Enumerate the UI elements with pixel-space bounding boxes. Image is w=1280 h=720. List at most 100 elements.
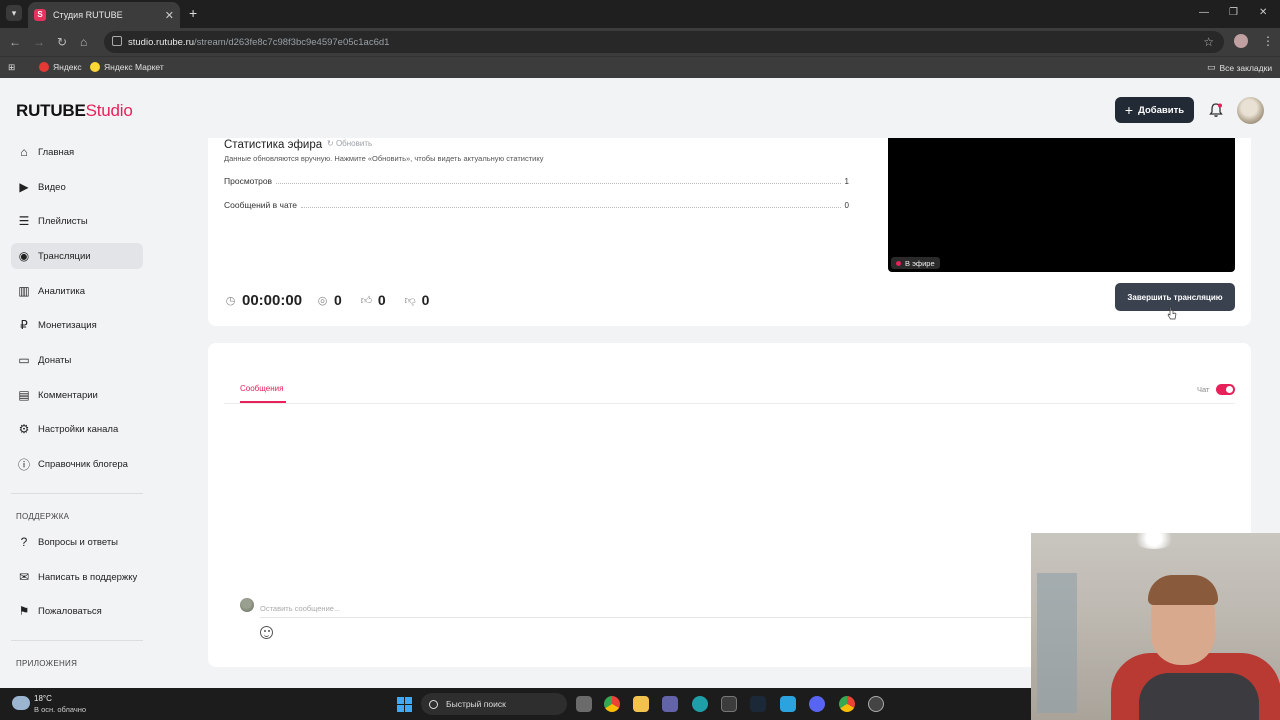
- all-bookmarks[interactable]: ▭ Все закладки: [1207, 62, 1272, 73]
- chrome-active-icon[interactable]: [839, 696, 855, 712]
- live-badge-label: В эфире: [905, 258, 935, 268]
- sidebar-item-report[interactable]: ⚑ Пожаловаться: [11, 598, 143, 624]
- question-icon: ?: [20, 535, 28, 549]
- toggle-knob: [1226, 386, 1233, 393]
- browser-tab[interactable]: S Студия RUTUBE ✕: [28, 2, 180, 28]
- sidebar-item-playlists[interactable]: ☰ Плейлисты: [11, 208, 143, 234]
- tab-close-icon[interactable]: ✕: [165, 9, 174, 22]
- viewer-icon: ◎: [317, 294, 328, 307]
- chrome-icon[interactable]: [604, 696, 620, 712]
- sidebar-item-label: Настройки канала: [38, 423, 119, 435]
- sidebar-item-channel-settings[interactable]: ⚙ Настройки канала: [11, 416, 143, 442]
- stat-label: Сообщений в чате: [224, 200, 298, 210]
- sidebar-item-video[interactable]: ▶ Видео: [11, 174, 143, 200]
- site-info-icon[interactable]: [112, 36, 122, 46]
- discord-icon[interactable]: [809, 696, 825, 712]
- refresh-label: Обновить: [335, 139, 373, 148]
- sidebar-item-analytics[interactable]: ▥ Аналитика: [11, 278, 143, 304]
- bookmark-yandex[interactable]: Яндекс: [39, 62, 82, 72]
- home-icon: ⌂: [20, 145, 28, 159]
- add-button[interactable]: + Добавить: [1115, 97, 1194, 123]
- reload-icon[interactable]: ↻: [57, 35, 67, 49]
- sidebar-item-contact-support[interactable]: ✉ Написать в поддержку: [11, 564, 143, 590]
- stats-title: Статистика эфира: [224, 139, 323, 151]
- tab-search-icon[interactable]: ▾: [6, 5, 22, 21]
- dislikes-count: 0: [421, 292, 430, 308]
- back-icon[interactable]: ←: [9, 35, 21, 49]
- bookmark-label: Яндекс Маркет: [104, 62, 164, 72]
- mouse-pointer-icon: [1167, 306, 1177, 320]
- sidebar-item-blogger-guide[interactable]: ⓘ Справочник блогера: [11, 451, 143, 477]
- restore-icon[interactable]: ❐: [1229, 7, 1238, 18]
- teams-icon[interactable]: [662, 696, 678, 712]
- steam-icon[interactable]: [750, 696, 766, 712]
- sidebar-item-faq[interactable]: ? Вопросы и ответы: [11, 529, 143, 555]
- chat-toggle[interactable]: [1216, 384, 1235, 395]
- user-avatar[interactable]: [1237, 97, 1264, 124]
- apps-grid-icon[interactable]: ⊞: [8, 62, 15, 73]
- url-text: studio.rutube.ru/stream/d263fe8c7c98f3bc…: [128, 37, 389, 48]
- logo-main: RUTUBE: [16, 101, 86, 120]
- minimize-icon[interactable]: —: [1199, 7, 1209, 18]
- obs-icon[interactable]: [868, 696, 884, 712]
- stat-row-chat-messages: Сообщений в чате 0: [224, 198, 849, 210]
- chat-divider: [224, 403, 1235, 404]
- telegram-icon[interactable]: [780, 696, 796, 712]
- stat-value: 0: [844, 201, 849, 210]
- browser-menu-icon[interactable]: ⋮: [1262, 34, 1274, 48]
- bookmark-star-icon[interactable]: ☆: [1203, 35, 1214, 49]
- app-header: RUTUBEStudio + Добавить: [0, 80, 1280, 138]
- sidebar-divider: [11, 493, 143, 494]
- cloud-icon[interactable]: [12, 696, 30, 710]
- bookmark-yandex-market[interactable]: Яндекс Маркет: [90, 62, 164, 72]
- stream-metrics: ◷ 00:00:00 ◎ 0 👍︎ 0 👎︎ 0: [224, 290, 447, 310]
- search-icon: [429, 699, 438, 709]
- browser-profile-icon[interactable]: [1234, 34, 1248, 48]
- task-view-icon[interactable]: [576, 696, 592, 712]
- sidebar-item-label: Справочник блогера: [38, 458, 128, 470]
- sidebar-item-label: Комментарии: [38, 389, 98, 401]
- sidebar-item-broadcasts[interactable]: ◉ Трансляции: [11, 243, 143, 269]
- video-preview[interactable]: В эфире: [888, 138, 1235, 272]
- sidebar-item-label: Плейлисты: [38, 215, 88, 227]
- chat-toggle-label: Чат: [1197, 385, 1210, 394]
- sidebar-item-monetization[interactable]: ₽ Монетизация: [11, 312, 143, 338]
- window-close-icon[interactable]: ✕: [1259, 7, 1267, 18]
- bookmark-label: Яндекс: [53, 62, 82, 72]
- address-bar[interactable]: studio.rutube.ru/stream/d263fe8c7c98f3bc…: [104, 31, 1224, 53]
- edge-icon[interactable]: [692, 696, 708, 712]
- yandex-market-icon: [90, 62, 100, 72]
- sidebar-item-label: Написать в поддержку: [38, 571, 138, 583]
- taskbar-search[interactable]: Быстрый поиск: [421, 693, 567, 715]
- file-explorer-icon[interactable]: [633, 696, 649, 712]
- search-label: Быстрый поиск: [446, 699, 506, 709]
- refresh-button[interactable]: ↻ Обновить: [327, 139, 372, 148]
- emoji-icon[interactable]: [260, 626, 273, 639]
- bell-icon[interactable]: [1208, 102, 1224, 118]
- sidebar-item-donations[interactable]: ▭ Донаты: [11, 347, 143, 373]
- plus-icon: +: [1124, 102, 1134, 118]
- home-page-icon[interactable]: ⌂: [80, 35, 87, 49]
- sidebar-item-comments[interactable]: ▤ Комментарии: [11, 382, 143, 408]
- webcam-overlay: [1031, 533, 1280, 720]
- sidebar-item-home[interactable]: ⌂ Главная: [11, 139, 143, 165]
- dislikes-metric: 👎︎ 0: [404, 292, 430, 308]
- message-input[interactable]: [260, 600, 1060, 618]
- mail-icon: ✉: [18, 570, 30, 584]
- info-icon: ⓘ: [17, 457, 30, 472]
- sidebar-item-label: Видео: [38, 181, 66, 193]
- forward-icon[interactable]: →: [33, 35, 45, 49]
- windows-start-icon[interactable]: [397, 697, 412, 712]
- tab-messages[interactable]: Сообщения: [240, 384, 283, 393]
- live-dot-icon: [896, 260, 901, 266]
- sidebar-item-label: Донаты: [38, 354, 72, 366]
- rutube-favicon-icon: S: [34, 9, 46, 21]
- store-icon[interactable]: [721, 696, 737, 712]
- ruble-icon: ₽: [20, 318, 28, 332]
- url-host: studio.rutube.ru: [128, 37, 195, 48]
- dotted-leader: [301, 207, 841, 208]
- rutube-studio-logo[interactable]: RUTUBEStudio: [16, 101, 133, 121]
- weather-description: В осн. облачно: [34, 705, 87, 714]
- stat-row-views: Просмотров 1: [224, 174, 849, 186]
- new-tab-icon[interactable]: +: [189, 6, 197, 20]
